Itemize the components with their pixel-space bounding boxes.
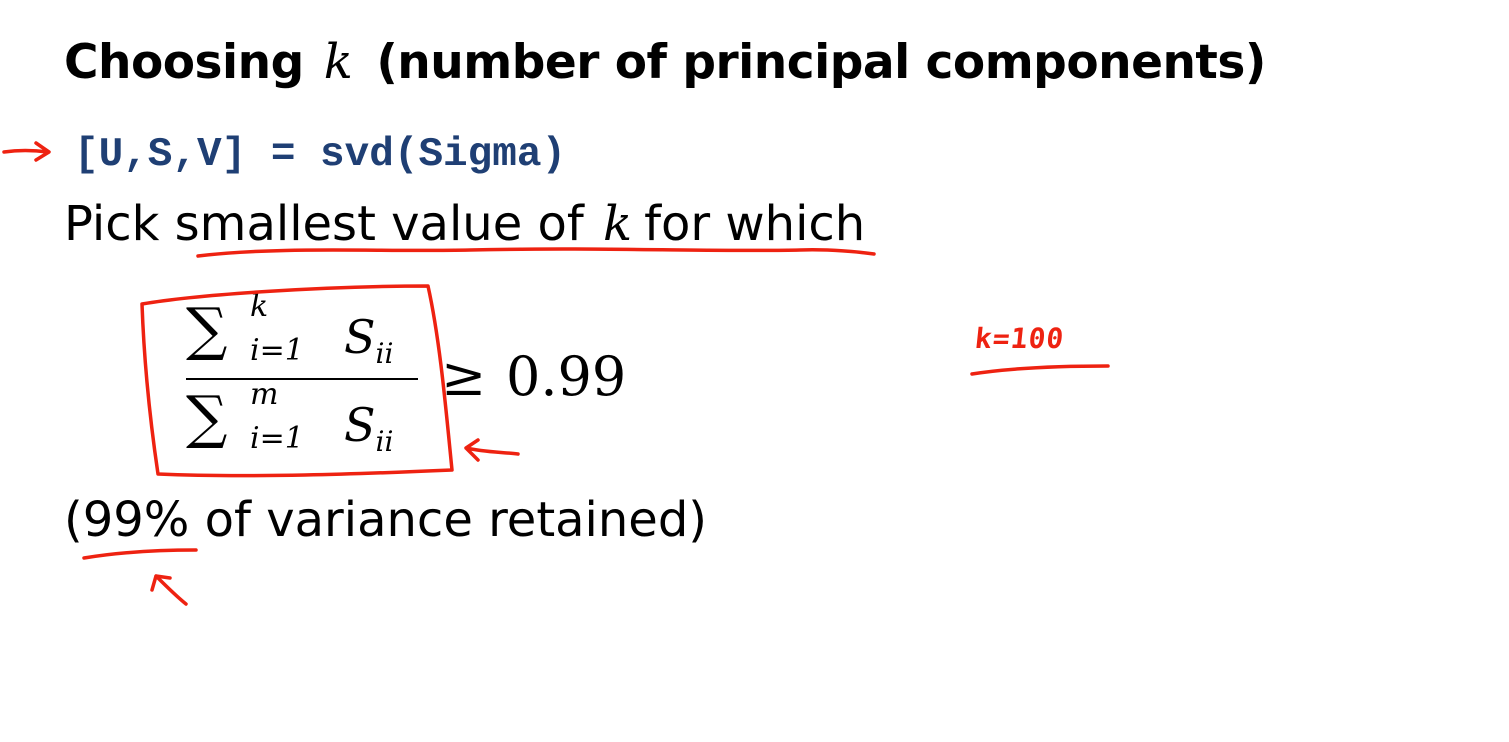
threshold-value: 0.99	[506, 345, 627, 408]
denominator-sum-symbol: ∑	[186, 383, 228, 451]
formula-denominator: ∑ m i=1 Sii	[186, 380, 418, 462]
denominator-lower-limit: i=1	[250, 421, 304, 456]
pick-k-sentence: Pick smallest value of k for which	[64, 196, 865, 252]
numerator-term-symbol: S	[344, 310, 376, 364]
title-suffix: (number of principal components)	[376, 35, 1266, 90]
greater-equal-sign: ≥	[441, 345, 487, 408]
denominator-upper-limit: m	[250, 377, 279, 412]
pick-variable: k	[603, 196, 633, 252]
variance-retained-note: (99% of variance retained)	[64, 492, 708, 548]
numerator-term: Sii	[344, 314, 393, 368]
variance-ratio-formula: ∑ k i=1 Sii ∑ m i=1 Sii ≥ 0.99	[186, 292, 626, 467]
pick-suffix: for which	[644, 196, 866, 252]
numerator-upper-limit: k	[250, 289, 269, 324]
arrow-icon	[150, 574, 188, 606]
lecture-slide: Choosing k (number of principal components…	[0, 0, 1509, 742]
arrow-icon	[2, 141, 51, 162]
underline-stroke	[970, 364, 1110, 376]
numerator-sum-symbol: ∑	[186, 295, 228, 363]
pick-prefix: Pick smallest value of	[64, 196, 584, 252]
denominator-term-subscript: ii	[375, 425, 394, 458]
formula-numerator: ∑ k i=1 Sii	[186, 292, 418, 374]
svd-code-line: [U,S,V] = svd(Sigma)	[74, 132, 567, 178]
title-prefix: Choosing	[64, 35, 304, 90]
handwritten-k-note: k=100	[973, 322, 1067, 355]
slide-title: Choosing k (number of principal components…	[64, 34, 1266, 90]
numerator-term-subscript: ii	[375, 337, 394, 370]
underline-stroke	[82, 548, 198, 560]
denominator-term-symbol: S	[344, 398, 376, 452]
denominator-term: Sii	[344, 402, 393, 456]
numerator-lower-limit: i=1	[250, 333, 304, 368]
title-variable: k	[323, 34, 353, 90]
